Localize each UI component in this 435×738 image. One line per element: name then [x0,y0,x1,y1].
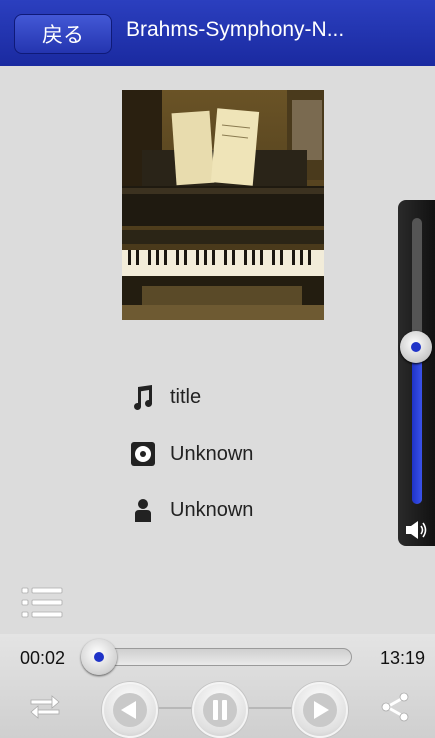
previous-icon [113,693,147,727]
speaker-icon [406,521,427,539]
music-note-icon [130,384,156,410]
track-title-row: title [130,384,201,410]
album-artwork [122,90,324,320]
track-title: title [170,385,202,408]
next-button[interactable] [292,682,348,738]
previous-button[interactable] [102,682,158,738]
track-album-row: Unknown [130,441,253,467]
track-artist: Unknown [170,498,254,521]
volume-knob[interactable] [400,331,432,363]
seek-knob[interactable] [81,639,117,675]
person-icon [130,497,156,523]
playlist-button[interactable] [20,585,64,621]
pause-icon [203,693,237,727]
track-artist-row: Unknown [130,497,253,523]
next-icon [303,693,337,727]
total-time: 13:19 [379,648,425,668]
back-button[interactable]: 戻る [14,14,112,54]
share-icon[interactable] [378,690,412,724]
back-button-label: 戻る [42,24,84,47]
elapsed-time: 00:02 [20,648,66,668]
pause-button[interactable] [192,682,248,738]
volume-level-fill [412,347,422,504]
page-title: Brahms-Symphony-N... [126,18,345,41]
disc-icon [130,441,156,467]
list-icon [21,587,63,618]
track-album: Unknown [170,442,254,465]
volume-slider[interactable] [398,200,435,546]
seek-bar[interactable] [84,648,352,666]
shuffle-icon[interactable] [28,690,62,724]
top-nav-bar: 戻る Brahms-Symphony-N... [0,0,435,66]
